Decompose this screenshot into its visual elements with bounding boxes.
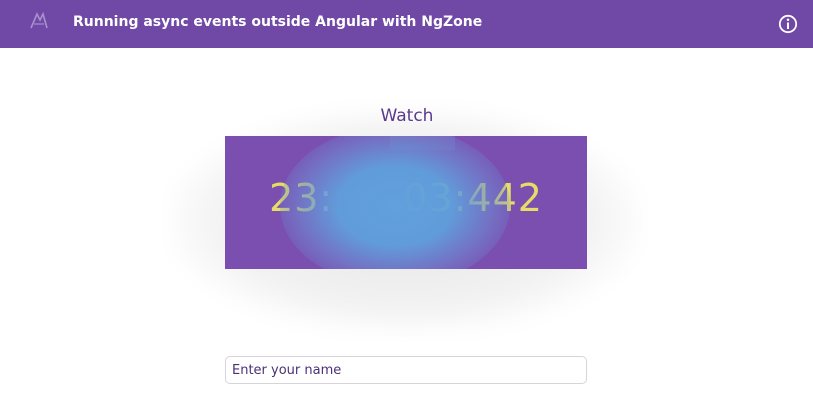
info-icon[interactable] [778, 14, 798, 34]
glow-overlay [280, 136, 510, 269]
angular-logo-icon [30, 11, 48, 29]
watch-heading: Watch [380, 106, 434, 126]
name-input[interactable] [225, 356, 587, 384]
watch-display: 23:03:442 [225, 136, 587, 269]
top-app-bar: Running async events outside Angular wit… [0, 0, 813, 48]
main-content: Watch 23:03:442 [0, 48, 813, 404]
page-title: Running async events outside Angular wit… [73, 14, 483, 30]
